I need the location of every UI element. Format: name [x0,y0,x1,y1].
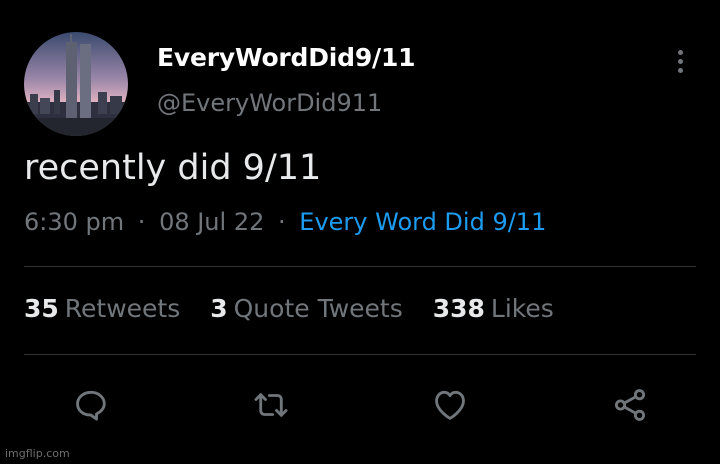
more-dot [677,67,683,73]
engagement-stats: 35 Retweets 3 Quote Tweets 338 Likes [24,294,576,323]
reply-icon [76,390,106,421]
likes-count: 338 [432,294,485,323]
retweets-count: 35 [24,294,59,323]
tweet-time[interactable]: 6:30 pm [24,208,124,236]
meta-separator: · [278,208,286,236]
divider [24,266,696,267]
retweet-button[interactable] [246,380,296,430]
tweet-card: EveryWordDid9/11 @EveryWorDid911 recentl… [0,0,720,464]
more-dot [677,58,683,64]
avatar[interactable] [24,32,128,136]
author-display-name[interactable]: EveryWordDid9/11 [157,43,416,72]
tweet-text: recently did 9/11 [24,148,322,188]
meta-separator: · [137,208,146,236]
tweet-date[interactable]: 08 Jul 22 [159,208,264,236]
watermark: imgflip.com [5,447,70,460]
divider [24,354,696,355]
reply-button[interactable] [66,380,116,430]
retweet-icon [254,393,288,417]
quote-tweets-label: Quote Tweets [233,294,403,323]
share-icon [614,389,646,421]
tweet-source-link[interactable]: Every Word Did 9/11 [299,208,546,236]
retweets-label: Retweets [64,294,181,323]
more-dot [677,49,683,55]
share-button[interactable] [605,380,655,430]
quote-tweets-stat[interactable]: 3 Quote Tweets [210,294,403,323]
more-options-icon[interactable] [660,44,700,78]
like-button[interactable] [425,380,475,430]
likes-stat[interactable]: 338 Likes [433,294,554,323]
likes-label: Likes [490,294,554,323]
retweets-stat[interactable]: 35 Retweets [24,294,180,323]
like-icon [435,390,465,420]
author-handle[interactable]: @EveryWorDid911 [157,89,382,117]
tweet-meta: 6:30 pm · 08 Jul 22 · Every Word Did 9/1… [24,208,546,236]
action-bar [0,380,720,430]
quote-tweets-count: 3 [210,294,228,323]
avatar-image [24,32,128,136]
